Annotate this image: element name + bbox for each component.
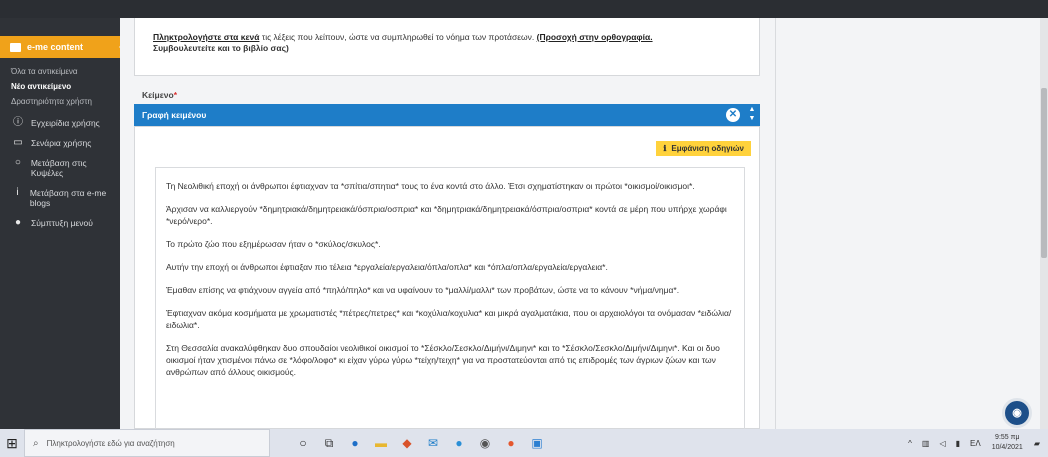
language-indicator[interactable]: ΕΛ <box>970 439 981 448</box>
paragraph: Τη Νεολιθική εποχή οι άνθρωποι έφτιαχναν… <box>166 181 695 191</box>
sidebar-item-label: Σύμπτυξη μενού <box>31 218 93 228</box>
sidebar-item-blogs[interactable]: ⅰ Μετάβαση στα e-me blogs <box>0 183 120 213</box>
assistant-fab-icon[interactable]: ◉ <box>1002 398 1032 428</box>
search-placeholder: Πληκτρολογήστε εδώ για αναζήτηση <box>46 438 175 448</box>
text-field-label: Κείμενο* <box>142 90 178 100</box>
instructions-text: τις λέξεις που λείπουν, ώστε να συμπληρω… <box>259 32 535 42</box>
chrome-icon[interactable]: ● <box>446 429 472 457</box>
start-windows-icon[interactable]: ⊞ <box>0 429 24 457</box>
paragraph: Άρχισαν να καλλιεργούν *δημητριακά/δημητ… <box>166 204 727 226</box>
sidebar-item-label: Σενάρια χρήσης <box>31 138 92 148</box>
sidebar-active-label: e-me content <box>27 42 84 52</box>
paragraph: Αυτήν την εποχή οι άνθρωποι έφτιαξαν πιο… <box>166 262 608 272</box>
network-icon[interactable]: ▥ <box>922 439 930 448</box>
sidebar-item-e-me-content[interactable]: e-me content <box>0 36 126 58</box>
edge-icon[interactable]: ● <box>342 429 368 457</box>
editor-header-bar[interactable]: Γραφή κειμένου ✕ ▲ ▼ <box>134 104 760 126</box>
sidebar-sub-new-item[interactable]: Νέο αντικείμενο <box>0 79 120 94</box>
clock[interactable]: 9:55 πμ 10/4/2021 <box>992 433 1023 453</box>
show-guide-label: Εμφάνιση οδηγιών <box>671 144 744 153</box>
editor-panel: ℹ Εμφάνιση οδηγιών Τη Νεολιθική εποχή οι… <box>134 126 760 429</box>
sidebar-item-collapse-menu[interactable]: ● Σύμπτυξη μενού <box>0 213 120 233</box>
task-view-icon[interactable]: ⧉ <box>316 429 342 457</box>
top-bar <box>0 0 1048 18</box>
scroll-arrows-icon[interactable]: ▲ ▼ <box>746 105 758 125</box>
firefox-icon[interactable]: ● <box>498 429 524 457</box>
sidebar-item-hives[interactable]: ○ Μετάβαση στις Κυψέλες <box>0 153 120 183</box>
folder-icon[interactable]: ▬ <box>368 429 394 457</box>
camera-icon[interactable]: ◉ <box>472 429 498 457</box>
content-icon <box>10 42 21 52</box>
fill-blanks-text-area[interactable]: Τη Νεολιθική εποχή οι άνθρωποι έφτιαχναν… <box>155 167 745 429</box>
app-icon[interactable]: ◆ <box>394 429 420 457</box>
instructions-line-2: Συμβουλευτείτε και το βιβλίο σας) <box>153 43 289 53</box>
show-guide-button[interactable]: ℹ Εμφάνιση οδηγιών <box>656 141 751 156</box>
clock-time: 9:55 πμ <box>995 434 1020 441</box>
clock-date: 10/4/2021 <box>991 444 1023 451</box>
help-circle-icon: ⓘ <box>13 117 23 128</box>
chevron-up-icon[interactable]: ^ <box>908 439 912 448</box>
instructions-line-1: Πληκτρολογήστε στα κενά τις λέξεις που λ… <box>153 32 759 43</box>
sidebar-item-label: Εγχειρίδια χρήσης <box>31 118 100 128</box>
sidebar-item-scenarios[interactable]: ▭ Σενάρια χρήσης <box>0 133 120 153</box>
instructions-link-fill-blanks[interactable]: Πληκτρολογήστε στα κενά <box>153 32 259 42</box>
right-column: ◉ <box>775 18 1048 429</box>
info-icon: ⅰ <box>16 187 19 198</box>
required-marker: * <box>173 90 178 100</box>
paragraph: Το πρώτο ζώο που εξημέρωσαν ήταν ο *σκύλ… <box>166 239 381 249</box>
system-tray: ^ ▥ ◁ ▮ ΕΛ 9:55 πμ 10/4/2021 ▰ <box>903 429 1048 457</box>
paragraph: Έμαθαν επίσης να φτιάχνουν αγγεία από *π… <box>166 285 680 295</box>
circle-icon[interactable]: ○ <box>290 429 316 457</box>
sidebar-item-manuals[interactable]: ⓘ Εγχειρίδια χρήσης <box>0 113 120 133</box>
windows-taskbar: ⊞ ⌕ Πληκτρολογήστε εδώ για αναζήτηση ○ ⧉ ●… <box>0 429 1048 457</box>
info-icon: ℹ <box>663 144 667 153</box>
taskbar-apps: ○ ⧉ ● ▬ ◆ ✉ ● ◉ ● ▣ <box>290 429 550 457</box>
paragraph: Έφτιαχναν ακόμα κοσμήματα με χρωματιστές… <box>166 308 732 330</box>
sidebar-sub-user-activity[interactable]: Δραστηριότητα χρήστη <box>0 94 120 109</box>
sidebar-item-label: Μετάβαση στις Κυψέλες <box>30 158 87 178</box>
sidebar-item-label: Μετάβαση στα e-me blogs <box>29 188 107 208</box>
battery-icon[interactable]: ▮ <box>956 439 960 448</box>
photos-icon[interactable]: ▣ <box>524 429 550 457</box>
main-content: Πληκτρολογήστε στα κενά τις λέξεις που λ… <box>120 18 775 429</box>
taskbar-search-input[interactable]: ⌕ Πληκτρολογήστε εδώ για αναζήτηση <box>24 429 270 457</box>
close-icon[interactable]: ✕ <box>726 108 740 122</box>
instructions-link-spelling[interactable]: (Προσοχή στην ορθογραφία. <box>537 32 653 42</box>
mail-icon[interactable]: ✉ <box>420 429 446 457</box>
sidebar-sub-all-items[interactable]: Όλα τα αντικείμενα <box>0 64 120 79</box>
volume-icon[interactable]: ◁ <box>939 439 945 448</box>
scrollbar-thumb[interactable] <box>1041 88 1047 258</box>
circle-icon: ○ <box>14 157 21 168</box>
search-icon: ⌕ <box>33 437 39 449</box>
paragraph: Στη Θεσσαλία ανακαλύφθηκαν δυο σπουδαίοι… <box>166 343 720 377</box>
notifications-icon[interactable]: ▰ <box>1034 439 1040 448</box>
instructions-box: Πληκτρολογήστε στα κενά τις λέξεις που λ… <box>134 18 760 76</box>
editor-title: Γραφή κειμένου <box>142 110 207 120</box>
monitor-icon: ▭ <box>13 137 23 148</box>
dot-icon: ● <box>14 217 22 228</box>
page-scrollbar[interactable] <box>1040 18 1048 429</box>
sidebar: e-me content Όλα τα αντικείμενα Νέο αντι… <box>0 18 126 429</box>
